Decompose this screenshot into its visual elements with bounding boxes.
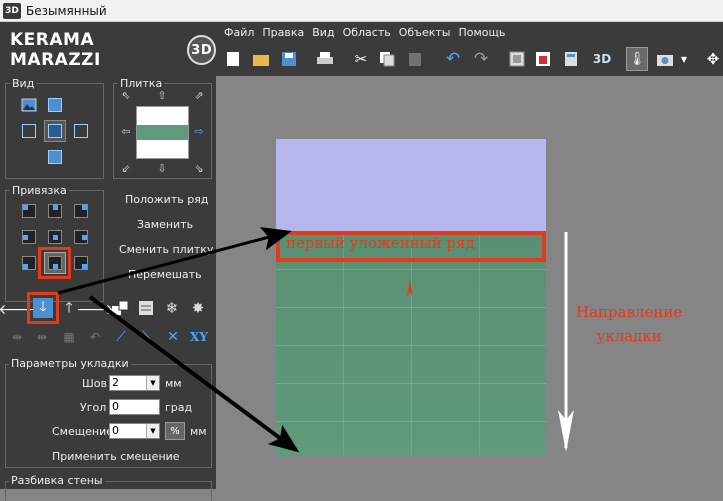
redo-icon[interactable]: ↷ [472,49,490,69]
xy-button[interactable]: XY [188,328,210,346]
layers-icon[interactable] [110,298,130,318]
print-icon[interactable] [316,50,334,68]
chevron-down-icon: ▼ [146,424,159,438]
3d-view-icon[interactable]: 3D [590,50,614,68]
snap-middle-right-icon[interactable] [72,228,90,246]
seam-label: Шов [82,377,107,390]
title-bar: 3D Безымянный [0,0,723,22]
cube-center-icon[interactable] [44,120,66,142]
window-title: Безымянный [26,3,107,18]
arrow-up-right-icon[interactable]: ⇗ [192,88,206,102]
new-file-icon[interactable] [224,50,242,68]
menu-file[interactable]: Файл [224,26,254,39]
menu-bar: Файл Правка Вид Область Объекты Помощь [216,22,723,42]
offset-label: Смещение [52,425,113,438]
app-icon: 3D [3,2,21,19]
copy-icon[interactable] [378,50,396,68]
seam-select[interactable]: 2 ▼ [109,375,160,391]
direction-line2: укладки [596,327,662,345]
arrow-left-icon[interactable]: ⇦ [119,124,133,138]
snap-highlight [38,247,71,279]
shuffle-button[interactable]: Перемешать [128,268,202,281]
logo: KERAMA MARAZZI 3D [10,30,216,70]
snap-bottom-right-icon[interactable] [72,254,90,272]
move-left-icon[interactable]: 🡐 [0,300,36,318]
direction-label: Направление укладки [576,300,682,348]
apply-offset-button[interactable]: Применить смещение [52,450,180,463]
wall-upper-area[interactable] [276,139,546,231]
angle-input[interactable]: 0 [109,399,160,415]
angle-label: Угол [80,401,107,414]
snowflake-icon[interactable]: ❄ [162,298,182,318]
replace-button[interactable]: Заменить [137,218,193,231]
first-row-label: первый уложенный ряд [286,234,475,252]
direction-line1: Направление [576,303,683,321]
snap-middle-left-icon[interactable] [20,228,38,246]
lay-row-button[interactable]: Положить ряд [125,193,208,206]
snap-top-right-icon[interactable] [72,202,90,220]
wall-split-label: Разбивка стены [9,474,105,487]
cross-icon[interactable]: ✕ [164,328,182,346]
camera-icon[interactable] [656,50,674,68]
menu-area[interactable]: Область [343,26,391,39]
left-panel: KERAMA MARAZZI 3D Вид Плитка ⇧ ⇩ ⇦ ⇨ ⇖ ⇗… [0,22,216,501]
diagonal-icon[interactable]: ⟋ [112,328,130,346]
grid-tile-icon: ▦ [63,330,75,344]
view-group-label: Вид [10,77,37,90]
toolbar: ✂ ↶ ↷ 3D 🌡 ▼ ✥ [216,42,723,76]
cube-bottom-icon[interactable] [46,148,64,166]
cut-icon[interactable]: ✂ [352,50,370,68]
snap-top-center-icon[interactable] [46,202,64,220]
arrow-right-icon[interactable]: ⇨ [192,124,206,138]
logo-text: KERAMA MARAZZI [10,30,101,70]
cube-left-icon[interactable] [20,122,38,140]
offset-unit: мм [190,425,207,438]
spread-vertical-icon: ⇹ [36,330,48,344]
open-folder-icon[interactable] [252,50,270,68]
menu-help[interactable]: Помощь [458,26,505,39]
change-tile-button[interactable]: Сменить плитку [119,243,213,256]
save-icon[interactable] [280,50,298,68]
arrow-down-left-icon[interactable]: ⇙ [119,161,133,175]
image-icon[interactable] [20,96,38,114]
spread-horizontal-icon: ⇹ [11,330,23,344]
snap-middle-center-icon[interactable] [46,228,64,246]
tiled-wall-area[interactable] [276,231,546,455]
arrow-up-left-icon[interactable]: ⇖ [119,88,133,102]
cube-front-icon[interactable] [46,96,64,114]
undo-icon[interactable]: ↶ [444,49,462,69]
calculator-icon[interactable] [562,50,580,68]
menu-view[interactable]: Вид [312,26,334,39]
logo-badge: 3D [187,35,216,65]
move-down-highlight [27,292,59,324]
snap-bottom-left-icon[interactable] [20,254,38,272]
chevron-down-icon[interactable]: ▼ [678,50,690,68]
tile-preview [136,106,189,159]
arrow-up-icon[interactable]: ⇧ [155,88,169,102]
menu-objects[interactable]: Объекты [399,26,451,39]
snap-group-label: Привязка [10,184,69,197]
offset-select[interactable]: 0 ▼ [109,423,160,439]
wall-image-icon[interactable] [534,50,552,68]
paste-icon[interactable] [406,50,424,68]
arrow-down-right-icon[interactable]: ⇘ [192,161,206,175]
arrow-down-icon[interactable]: ⇩ [155,161,169,175]
shape-icon[interactable]: ✸ [188,298,208,318]
move-icon[interactable]: ✥ [704,50,722,68]
angle-unit: град [165,401,193,414]
cube-right-icon[interactable] [72,122,90,140]
params-group-label: Параметры укладки [9,357,131,370]
list-icon[interactable] [136,298,156,318]
seam-unit: мм [165,377,182,390]
undo-small-icon: ↶ [89,330,101,344]
percent-button[interactable]: % [165,422,185,440]
menu-edit[interactable]: Правка [262,26,304,39]
snap-top-left-icon[interactable] [20,202,38,220]
move-right-icon[interactable]: 🡒 [76,300,114,318]
chevron-down-icon: ▼ [146,376,159,390]
frame-icon[interactable] [508,50,526,68]
thermometer-icon[interactable]: 🌡 [626,47,648,71]
diagonal-alt-icon[interactable]: ⟍ [138,328,156,346]
